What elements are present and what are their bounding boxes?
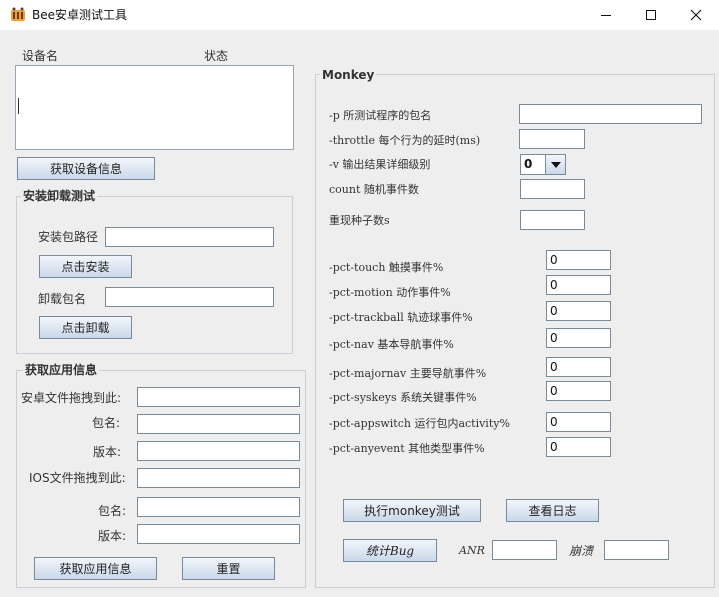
close-button[interactable] [673, 0, 719, 30]
verbosity-value: 0 [524, 157, 533, 171]
ios-drop-input[interactable] [137, 468, 300, 488]
pct-trackball-input[interactable]: 0 [546, 301, 611, 321]
window-title: Bee安卓测试工具 [32, 8, 127, 22]
minimize-icon [601, 15, 611, 16]
pct-touch-label: -pct-touch 触摸事件% [329, 261, 444, 274]
count-label: count 随机事件数 [329, 183, 419, 196]
ios-version-label: 版本: [98, 529, 127, 543]
device-name-header: 设备名 [22, 49, 59, 63]
apk-path-label: 安装包路径 [38, 230, 99, 244]
ios-version-input[interactable] [137, 524, 300, 544]
chevron-down-icon[interactable] [545, 155, 565, 174]
count-input[interactable] [520, 179, 585, 199]
bee-app-icon [10, 7, 26, 23]
pct-majornav-label: -pct-majornav 主要导航事件% [329, 367, 487, 380]
device-list[interactable] [15, 65, 294, 150]
ios-package-input[interactable] [137, 497, 300, 517]
uninstall-package-label: 卸载包名 [38, 292, 87, 306]
view-log-button[interactable]: 查看日志 [506, 499, 599, 522]
pct-anyevent-input[interactable]: 0 [546, 437, 611, 457]
verbosity-label: -v 输出结果详细级别 [329, 158, 431, 171]
pct-anyevent-label: -pct-anyevent 其他类型事件% [329, 442, 485, 455]
title-bar: Bee安卓测试工具 [0, 0, 719, 30]
device-status-header: 状态 [204, 49, 229, 63]
app-info-panel-title: 获取应用信息 [23, 363, 100, 377]
crash-input[interactable] [604, 540, 669, 560]
monkey-panel-title: Monkey [320, 68, 377, 82]
reset-button[interactable]: 重置 [182, 557, 275, 580]
uninstall-package-input[interactable] [105, 287, 274, 307]
android-package-input[interactable] [137, 414, 300, 434]
minimize-button[interactable] [583, 0, 629, 30]
seed-label: 重现种子数s [329, 214, 390, 227]
pct-motion-label: -pct-motion 动作事件% [329, 286, 451, 299]
pct-majornav-input[interactable]: 0 [546, 357, 611, 377]
pct-appswitch-input[interactable]: 0 [546, 412, 611, 432]
ios-drop-label: IOS文件拖拽到此: [29, 471, 126, 485]
run-monkey-button[interactable]: 执行monkey测试 [343, 499, 481, 522]
pct-motion-input[interactable]: 0 [546, 275, 611, 295]
throttle-input[interactable] [519, 129, 585, 149]
verbosity-select[interactable]: 0 [520, 154, 566, 175]
pct-nav-input[interactable]: 0 [546, 328, 611, 348]
ios-package-label: 包名: [98, 504, 127, 518]
pct-trackball-label: -pct-trackball 轨迹球事件% [329, 311, 473, 324]
crash-label: 崩溃 [569, 544, 594, 558]
android-drop-label: 安卓文件拖拽到此: [21, 391, 122, 405]
get-device-info-button[interactable]: 获取设备信息 [17, 157, 155, 180]
android-drop-input[interactable] [137, 387, 300, 407]
pct-syskeys-input[interactable]: 0 [546, 381, 611, 401]
package-param-label: -p 所测试程序的包名 [329, 109, 432, 122]
get-app-info-button[interactable]: 获取应用信息 [34, 557, 157, 580]
android-package-label: 包名: [92, 416, 121, 430]
android-version-label: 版本: [93, 445, 122, 459]
text-cursor [18, 98, 19, 114]
pct-appswitch-label: -pct-appswitch 运行包内activity% [329, 417, 510, 430]
count-bugs-button[interactable]: 统计Bug [343, 539, 437, 562]
maximize-button[interactable] [628, 0, 674, 30]
pct-syskeys-label: -pct-syskeys 系统关键事件% [329, 391, 477, 404]
pct-touch-input[interactable]: 0 [546, 250, 611, 270]
pct-nav-label: -pct-nav 基本导航事件% [329, 338, 454, 351]
seed-input[interactable] [520, 210, 585, 230]
install-panel-title: 安装卸载测试 [21, 189, 98, 203]
anr-input[interactable] [492, 540, 557, 560]
uninstall-button[interactable]: 点击卸载 [39, 316, 132, 339]
maximize-icon [646, 10, 656, 20]
close-icon [690, 9, 702, 21]
apk-path-input[interactable] [105, 227, 274, 247]
android-version-input[interactable] [137, 441, 300, 461]
package-param-input[interactable] [519, 104, 702, 124]
throttle-label: -throttle 每个行为的延时(ms) [329, 134, 481, 147]
anr-label: ANR [459, 544, 485, 557]
install-button[interactable]: 点击安装 [39, 255, 132, 278]
